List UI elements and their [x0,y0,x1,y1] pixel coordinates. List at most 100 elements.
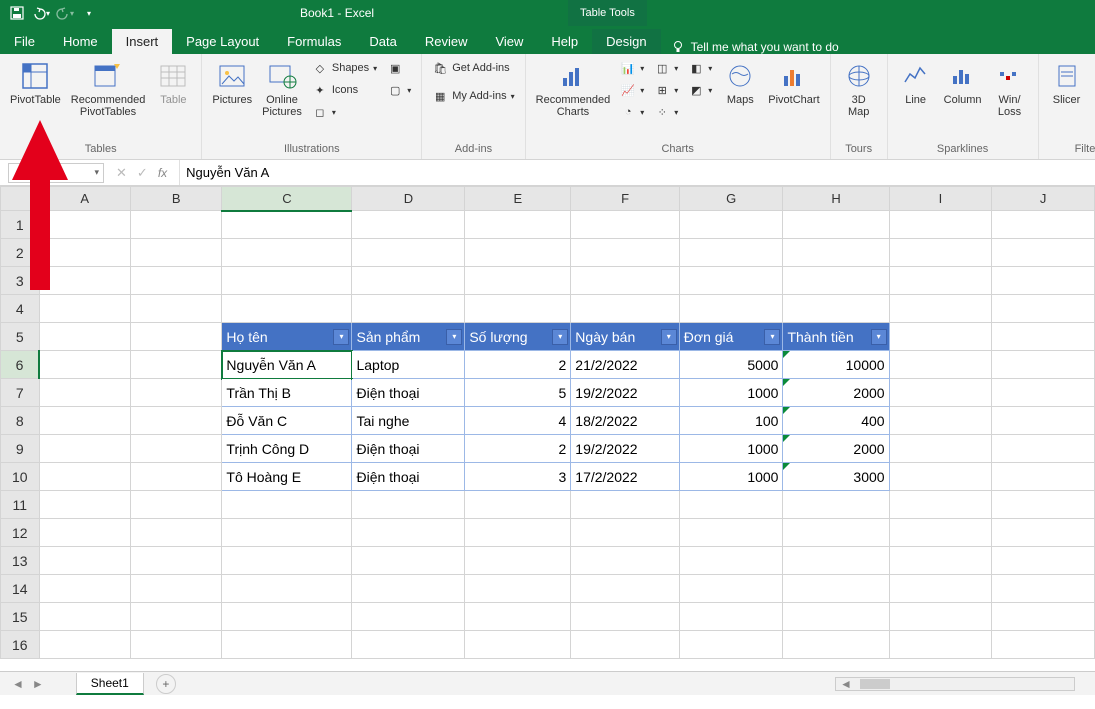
cell[interactable]: 1000 [679,435,783,463]
cell[interactable]: Số lượng▾ [465,323,571,351]
cell[interactable] [783,547,889,575]
cell[interactable] [571,575,679,603]
cell[interactable] [679,491,783,519]
cell[interactable]: 1000 [679,463,783,491]
row-header[interactable]: 8 [1,407,40,435]
new-sheet-button[interactable]: + [156,674,176,694]
cell[interactable] [465,631,571,659]
cell[interactable] [679,295,783,323]
sheet-nav-next[interactable]: ► [32,677,44,691]
select-all-cell[interactable] [1,187,40,211]
cell[interactable]: 21/2/2022 [571,351,679,379]
row-header[interactable]: 16 [1,631,40,659]
formula-input[interactable]: Nguyễn Văn A [179,160,1095,185]
cell[interactable] [889,519,992,547]
cell[interactable] [39,323,130,351]
tab-page-layout[interactable]: Page Layout [172,29,273,54]
enter-formula-icon[interactable]: ✓ [137,165,148,181]
cell[interactable] [352,267,465,295]
timeline-button[interactable]: Timelin [1091,58,1095,108]
column-header[interactable]: I [889,187,992,211]
cell[interactable] [571,603,679,631]
cell[interactable]: 10000 [783,351,889,379]
cell[interactable] [889,463,992,491]
cell[interactable] [130,519,221,547]
cell[interactable] [39,239,130,267]
cell[interactable] [889,575,992,603]
column-header[interactable]: J [992,187,1095,211]
cell[interactable] [465,575,571,603]
cell[interactable] [39,491,130,519]
row-header[interactable]: 5 [1,323,40,351]
cell[interactable] [992,351,1095,379]
cell[interactable] [783,575,889,603]
cell[interactable] [992,239,1095,267]
cell[interactable]: 4 [465,407,571,435]
tab-review[interactable]: Review [411,29,482,54]
column-header[interactable]: C [222,187,352,211]
cell[interactable] [465,603,571,631]
sparkline-line-button[interactable]: Line [894,58,938,108]
cell[interactable] [465,295,571,323]
row-header[interactable]: 14 [1,575,40,603]
cell[interactable] [889,267,992,295]
cell[interactable] [992,407,1095,435]
insert-function-button[interactable]: fx [158,166,167,180]
filter-dropdown-icon[interactable]: ▾ [661,329,677,345]
column-header[interactable]: F [571,187,679,211]
cell[interactable] [571,239,679,267]
3dmodels-button[interactable]: ◻▾ [308,102,381,122]
cell[interactable] [889,211,992,239]
cell[interactable] [222,519,352,547]
cell[interactable] [352,631,465,659]
cell[interactable] [130,435,221,463]
cell[interactable] [222,239,352,267]
cell[interactable] [571,547,679,575]
tab-help[interactable]: Help [537,29,592,54]
cell[interactable] [39,463,130,491]
cell[interactable] [352,491,465,519]
cell[interactable] [130,211,221,239]
cell[interactable]: 19/2/2022 [571,379,679,407]
cell[interactable]: 3 [465,463,571,491]
cell[interactable] [571,519,679,547]
chart-scatter-button[interactable]: ⁘▾ [650,102,682,122]
cell[interactable] [679,575,783,603]
row-header[interactable]: 11 [1,491,40,519]
cell[interactable] [889,491,992,519]
cell[interactable] [571,631,679,659]
column-header[interactable]: B [130,187,221,211]
row-header[interactable]: 6 [1,351,40,379]
cell[interactable] [679,603,783,631]
tab-view[interactable]: View [481,29,537,54]
slicer-button[interactable]: Slicer [1045,58,1089,108]
my-addins-button[interactable]: ▦My Add-ins ▾ [428,86,518,106]
cell[interactable] [679,519,783,547]
cell[interactable] [39,519,130,547]
cell[interactable]: Trịnh Công D [222,435,352,463]
tab-data[interactable]: Data [355,29,410,54]
recommended-charts-button[interactable]: Recommended Charts [532,58,615,120]
recommended-pivottables-button[interactable]: Recommended PivotTables [67,58,150,120]
get-addins-button[interactable]: 🛍Get Add-ins [428,58,518,78]
cell[interactable] [783,211,889,239]
cell[interactable] [130,379,221,407]
row-header[interactable]: 9 [1,435,40,463]
cell[interactable]: Trần Thị B [222,379,352,407]
filter-dropdown-icon[interactable]: ▾ [446,329,462,345]
filter-dropdown-icon[interactable]: ▾ [764,329,780,345]
maps-button[interactable]: Maps [718,58,762,108]
cell[interactable] [130,631,221,659]
cell[interactable] [889,379,992,407]
row-header[interactable]: 1 [1,211,40,239]
cell[interactable] [222,575,352,603]
cell[interactable] [352,295,465,323]
cell[interactable] [130,575,221,603]
cell[interactable] [130,323,221,351]
tab-formulas[interactable]: Formulas [273,29,355,54]
cell[interactable] [889,631,992,659]
filter-dropdown-icon[interactable]: ▾ [333,329,349,345]
cell[interactable] [992,435,1095,463]
cell[interactable] [222,547,352,575]
cell[interactable] [783,295,889,323]
